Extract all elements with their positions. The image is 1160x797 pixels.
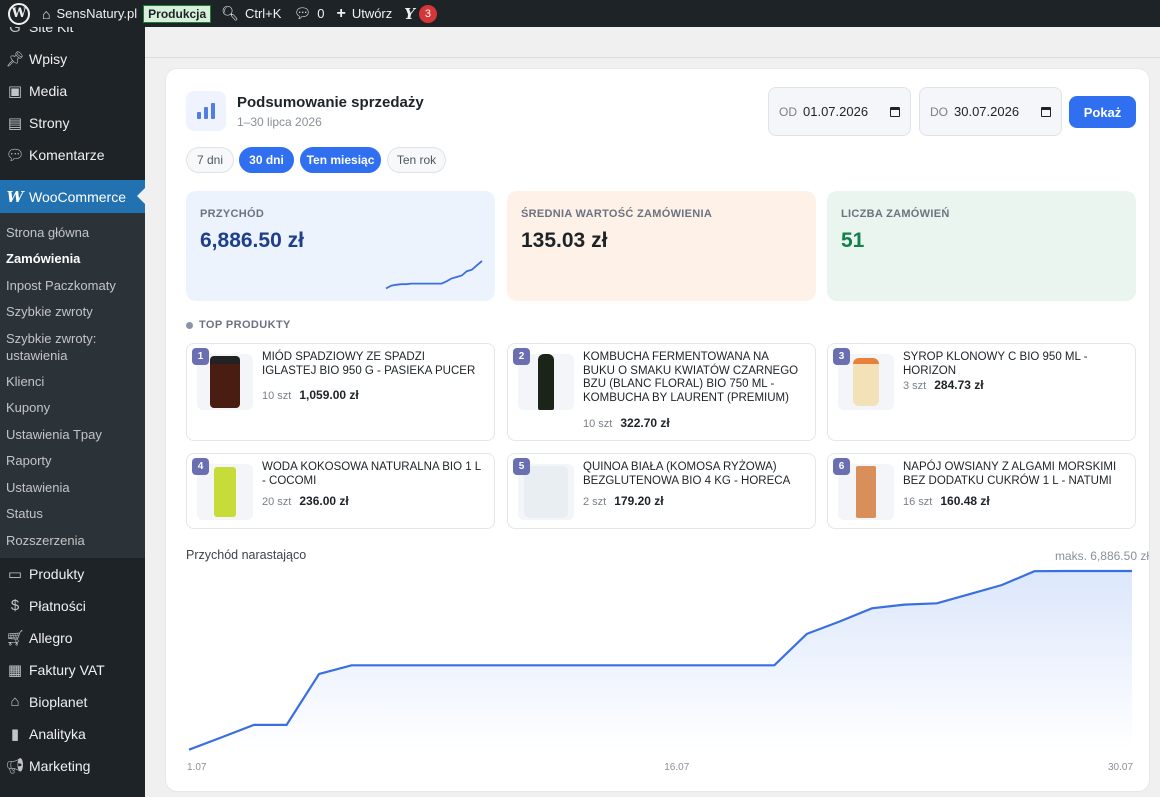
submenu-item-ustawienia[interactable]: Ustawienia: [0, 474, 145, 501]
comment-icon: 💬︎: [293, 5, 312, 21]
product-rank-badge: 2: [513, 348, 530, 365]
cart-icon: 🛒︎: [5, 629, 25, 647]
create-label: Utwórz: [351, 6, 393, 21]
yoast-icon: Y: [404, 4, 415, 23]
sidebar-item-label: Allegro: [29, 629, 73, 646]
megaphone-icon: 📢︎: [5, 757, 25, 775]
analytics-icon: ▮: [10, 725, 20, 743]
sidebar-item-label: Marketing: [29, 757, 91, 774]
sidebar-item-platnosci[interactable]: $ Płatności: [0, 590, 145, 622]
submenu-item-ustawienia-tpay[interactable]: Ustawienia Tpay: [0, 421, 145, 448]
sidebar-item-wpisy[interactable]: 📌︎ Wpisy: [0, 43, 145, 75]
sidebar-item-woocommerce[interactable]: W WooCommerce: [0, 180, 145, 213]
sidebar-item-label: Wpisy: [29, 51, 68, 67]
sidebar-item-marketing[interactable]: 📢︎ Marketing: [0, 750, 145, 782]
product-rank-badge: 6: [833, 458, 850, 475]
sidebar-item-label: WooCommerce: [29, 188, 126, 205]
sidebar-item-site-kit[interactable]: G Site Kit: [0, 27, 145, 43]
submenu-item-kupony[interactable]: Kupony: [0, 395, 145, 422]
product-rank-badge: 1: [192, 348, 209, 365]
sidebar-item-label: Site Kit: [29, 27, 74, 35]
sidebar-item-faktury-vat[interactable]: ▦ Faktury VAT: [0, 654, 145, 686]
sidebar-item-komentarze[interactable]: 💬︎ Komentarze: [0, 139, 145, 171]
home-icon: ⌂: [42, 5, 51, 22]
submenu-item-szybkie-zwroty-ustawienia[interactable]: Szybkie zwroty: ustawienia: [0, 325, 145, 368]
seo-menu[interactable]: Y3: [398, 0, 443, 27]
plus-icon: +: [336, 4, 346, 22]
sidebar-item-label: Produkty: [29, 565, 85, 582]
product-rank-badge: 5: [513, 458, 530, 475]
sidebar-item-analityka[interactable]: ▮ Analityka: [0, 718, 145, 750]
environment-badge: Produkcja: [143, 4, 212, 23]
sidebar-item-produkty[interactable]: ▭ Produkty: [0, 558, 145, 590]
store-icon: ⌂: [10, 693, 20, 710]
product-rank-badge: 3: [833, 348, 850, 365]
comment-icon: 💬︎: [5, 147, 25, 164]
sidebar-item-label: Media: [29, 83, 68, 99]
wordpress-logo-icon[interactable]: W: [0, 0, 36, 27]
site-name-link[interactable]: ⌂ SensNatury.pl: [36, 0, 143, 27]
admin-bar: W ⌂ SensNatury.pl Produkcja 🔍︎ Ctrl+K 💬︎ 0 …: [0, 0, 1160, 27]
sales-summary-panel: Podsumowanie sprzedaży 1–30 lipca 2026 O…: [165, 68, 1150, 792]
site-name: SensNatury.pl: [56, 6, 138, 21]
admin-sidebar: G Site Kit 📌︎ Wpisy ▣ Media ▤ Strony 💬︎ Komentarz…: [0, 27, 145, 797]
top-strip: [145, 27, 1160, 58]
sidebar-item-label: Płatności: [29, 597, 86, 614]
woocommerce-submenu: Strona główna Zamówienia Inpost Paczkomaty…: [0, 213, 145, 558]
submenu-item-raporty[interactable]: Raporty: [0, 448, 145, 475]
sidebar-item-label: Bioplanet: [29, 693, 88, 710]
sidebar-item-strony[interactable]: ▤ Strony: [0, 107, 145, 139]
submenu-item-inpost-paczkomaty[interactable]: Inpost Paczkomaty: [0, 272, 145, 299]
new-content-link[interactable]: + Utwórz: [330, 0, 398, 27]
sidebar-item-label: Faktury VAT: [29, 661, 105, 678]
comments-count: 0: [317, 6, 325, 21]
submenu-item-klienci[interactable]: Klienci: [0, 368, 145, 395]
x-tick-label: 16.07: [664, 762, 690, 773]
sidebar-item-label: Strony: [29, 115, 70, 131]
invoice-icon: ▦: [7, 661, 23, 679]
submenu-item-status[interactable]: Status: [0, 501, 145, 528]
main-content: Podsumowanie sprzedaży 1–30 lipca 2026 O…: [145, 58, 1160, 797]
pages-icon: ▤: [7, 115, 23, 132]
cumulative-revenue-chart: [188, 569, 1132, 751]
sidebar-item-media[interactable]: ▣ Media: [0, 75, 145, 107]
search-shortcut[interactable]: 🔍︎ Ctrl+K: [215, 0, 287, 27]
search-icon: 🔍︎: [221, 5, 239, 21]
payments-icon: $: [10, 597, 20, 614]
x-tick-label: 1.07: [187, 762, 207, 773]
comments-link[interactable]: 💬︎ 0: [287, 0, 330, 27]
sidebar-item-bioplanet[interactable]: ⌂ Bioplanet: [0, 686, 145, 718]
sidebar-item-allegro[interactable]: 🛒︎ Allegro: [0, 622, 145, 654]
media-icon: ▣: [7, 83, 23, 100]
pin-icon: 📌︎: [5, 51, 25, 68]
seo-notification-badge: 3: [418, 4, 437, 23]
x-tick-label: 30.07: [1108, 762, 1134, 773]
chart-area-fill: [189, 571, 1132, 751]
products-icon: ▭: [7, 565, 23, 583]
submenu-item-szybkie-zwroty[interactable]: Szybkie zwroty: [0, 299, 145, 326]
sitekit-icon: G: [9, 27, 21, 36]
woo-icon: W: [6, 187, 24, 206]
sidebar-item-label: Komentarze: [29, 147, 105, 163]
submenu-item-zamowienia[interactable]: Zamówienia: [0, 246, 145, 273]
submenu-item-rozszerzenia[interactable]: Rozszerzenia: [0, 527, 145, 554]
search-shortcut-label: Ctrl+K: [244, 6, 282, 21]
product-rank-badge: 4: [192, 458, 209, 475]
submenu-item-strona-glowna[interactable]: Strona główna: [0, 219, 145, 246]
sidebar-item-label: Analityka: [29, 725, 86, 742]
